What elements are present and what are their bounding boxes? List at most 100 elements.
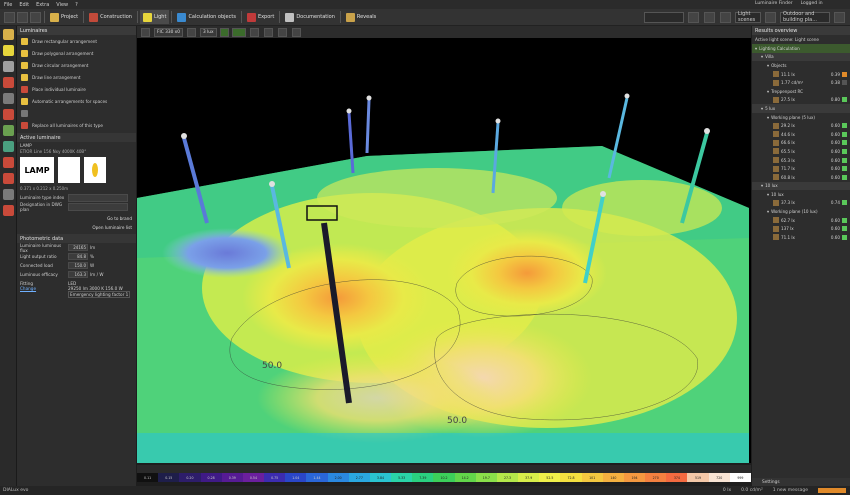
result-row[interactable]: 65.3 lx 0.60 [752, 156, 850, 165]
result-row[interactable]: 71.7 lx 0.60 [752, 164, 850, 173]
shape-icon[interactable] [2, 157, 14, 168]
photometric-value[interactable]: 150.0 [68, 262, 88, 269]
result-row[interactable]: 27.5 lx 0.80 [752, 96, 850, 105]
result-row[interactable]: 60.8 lx 0.60 [752, 173, 850, 182]
luminaire-tool[interactable]: Replace all luminaires of this type [17, 119, 136, 131]
measure-icon[interactable] [277, 27, 287, 37]
menu-item[interactable]: File [4, 2, 12, 8]
tree-icon[interactable] [2, 77, 14, 88]
3d-viewport[interactable]: FIC 330 x0 3 lux 50.0 50.0 [137, 26, 751, 463]
fit-icon[interactable] [291, 27, 301, 37]
result-row[interactable]: ▾ 5 lux [752, 104, 850, 113]
chevron-down-icon[interactable]: ▾ [761, 54, 763, 59]
toolbar-tab[interactable]: Construction [86, 10, 135, 24]
scene-select[interactable]: Outdoor and building pla... [780, 11, 830, 23]
result-row[interactable]: ▾ Villa [752, 52, 850, 62]
tool-icon[interactable] [2, 29, 14, 40]
result-row[interactable]: ▾ Lighting Calculation [752, 44, 850, 53]
home-icon[interactable] [4, 11, 15, 23]
result-row[interactable]: 1.77 cd/m² 0.38 [752, 78, 850, 87]
result-row[interactable]: ▾ Objects [752, 61, 850, 70]
snap-icon[interactable] [263, 27, 273, 37]
scene-icon[interactable] [765, 11, 776, 23]
result-row[interactable]: 62.7 lx 0.60 [752, 216, 850, 225]
open-luminaire-list-button[interactable]: Open luminaire list [92, 225, 132, 230]
result-row[interactable]: ▾ Working plane (10 lux) [752, 207, 850, 216]
luminaire-tool[interactable]: Place individual luminaire [17, 83, 136, 95]
toolbar-tab[interactable]: Project [47, 10, 81, 24]
chevron-down-icon[interactable]: ▾ [767, 209, 769, 214]
photometric-value[interactable]: 24165 [68, 244, 88, 251]
luminaire-tool[interactable]: Draw polygonal arrangement [17, 47, 136, 59]
result-row[interactable]: ▾ 10 lux [752, 181, 850, 191]
isoline-icon[interactable] [231, 27, 246, 37]
camera-icon[interactable] [141, 27, 150, 37]
chevron-down-icon[interactable]: ▾ [755, 46, 757, 51]
chevron-down-icon[interactable]: ▾ [767, 63, 769, 68]
result-row[interactable]: 137 lx 0.60 [752, 224, 850, 233]
menu-item[interactable]: Edit [19, 2, 29, 8]
dropdown-icon[interactable] [688, 11, 699, 23]
result-row[interactable]: ▾ 10 lux [752, 190, 850, 199]
door-icon[interactable] [2, 173, 14, 184]
chevron-down-icon[interactable]: ▾ [761, 183, 763, 188]
result-row[interactable]: ▾ Working plane (5 lux) [752, 113, 850, 122]
magic-icon[interactable] [834, 11, 845, 23]
luminaire-tool[interactable]: Draw line arrangement [17, 71, 136, 83]
toolbar-tab[interactable]: Export [244, 10, 277, 24]
grid-icon[interactable] [2, 125, 14, 136]
result-row[interactable]: ▾ Treppenpost RC [752, 87, 850, 96]
luminaire-finder-link[interactable]: Luminaire Finder [755, 1, 793, 6]
chevron-down-icon[interactable]: ▾ [761, 106, 763, 111]
messages-link[interactable]: 1 new message [773, 488, 808, 493]
result-row[interactable]: 11.1 lx 0.39 [752, 70, 850, 79]
toolbar-tab[interactable]: Documentation [282, 10, 338, 24]
lux-chip[interactable]: 3 lux [199, 27, 217, 37]
toolbar-tab[interactable]: Reveals [343, 10, 379, 24]
cut-icon[interactable] [2, 205, 14, 216]
result-row[interactable]: 37.3 lx 0.74 [752, 199, 850, 208]
wand-icon[interactable] [2, 61, 14, 72]
luminaire-tool[interactable]: Draw rectangular arrangement [17, 35, 136, 47]
go-to-brand-button[interactable]: Go to brand [107, 216, 132, 221]
search-input[interactable] [644, 11, 684, 23]
view-mode-icon[interactable] [249, 27, 259, 37]
menu-item[interactable]: Extra [36, 2, 49, 8]
layers-icon[interactable] [2, 93, 14, 104]
photometric-value[interactable]: 84.8 [68, 253, 88, 260]
chevron-down-icon[interactable]: ▾ [767, 192, 769, 197]
result-value: 66.6 lx [781, 140, 795, 146]
bulb-icon[interactable] [2, 45, 14, 56]
menu-item[interactable]: View [56, 2, 68, 8]
window-icon[interactable] [2, 189, 14, 200]
result-row[interactable]: 66.6 lx 0.60 [752, 139, 850, 148]
falsecolor-icon[interactable] [219, 27, 229, 37]
photometric-value[interactable]: 163.3 [68, 271, 88, 278]
toolbar-tab[interactable]: Light [139, 10, 170, 24]
result-row[interactable]: 44.6 lx 0.60 [752, 130, 850, 139]
result-row[interactable]: 65.5 lx 0.60 [752, 147, 850, 156]
light-scenes-select[interactable]: Light scenes [735, 11, 761, 23]
luminaire-tool[interactable]: Draw circular arrangement [17, 59, 136, 71]
result-row[interactable]: 71.1 lx 0.60 [752, 233, 850, 242]
grid-icon[interactable] [704, 11, 715, 23]
chevron-down-icon[interactable]: ▾ [767, 89, 769, 94]
measure-icon[interactable] [2, 141, 14, 152]
sun-icon[interactable] [186, 27, 196, 37]
dwg-field[interactable] [68, 202, 128, 211]
luminaire-tool[interactable]: Automatic arrangements for spaces [17, 95, 136, 107]
menu-item[interactable]: ? [75, 2, 78, 8]
change-fitting-link[interactable]: Change [20, 286, 68, 291]
object-icon[interactable] [2, 109, 14, 120]
settings-icon[interactable] [720, 11, 731, 23]
scale-track [137, 465, 751, 473]
settings-toggle[interactable]: Settings [752, 478, 850, 486]
view-chip[interactable]: FIC 330 x0 [154, 27, 183, 37]
toolbar-tab[interactable]: Calculation objects [174, 10, 239, 24]
logged-in-link[interactable]: Logged in [801, 1, 823, 6]
redo-icon[interactable] [30, 11, 41, 23]
undo-icon[interactable] [17, 11, 28, 23]
type-index-field[interactable] [68, 193, 128, 202]
result-row[interactable]: 29.2 lx 0.60 [752, 121, 850, 130]
chevron-down-icon[interactable]: ▾ [767, 115, 769, 120]
